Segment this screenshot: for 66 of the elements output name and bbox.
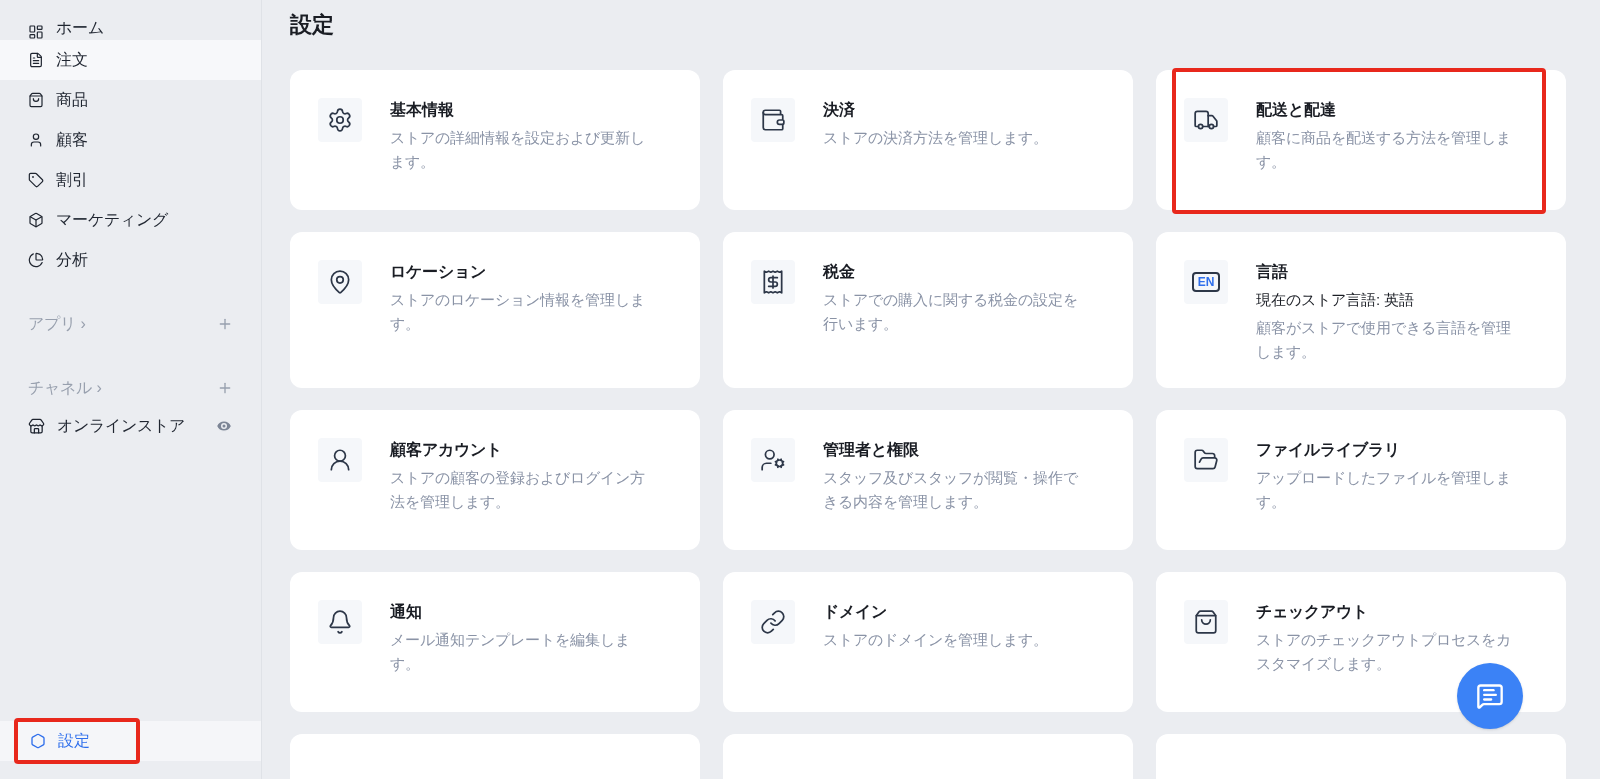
card-description: ストアの詳細情報を設定および更新します。 — [390, 128, 646, 172]
page-title: 設定 — [290, 11, 335, 39]
wallet-icon — [760, 107, 786, 133]
card-title: 基本情報 — [390, 100, 455, 120]
card-description: アップロードしたファイルを管理します。 — [1256, 468, 1512, 512]
card-description: 顧客に商品を配送する方法を管理します。 — [1256, 128, 1512, 172]
card-title: 管理者と権限 — [823, 440, 920, 460]
tag-icon — [28, 172, 44, 188]
sidebar-item[interactable]: 設定 — [14, 718, 140, 764]
document-icon — [28, 52, 44, 68]
card-description: ストアのチェックアウトプロセスをカスタマイズします。 — [1256, 630, 1512, 674]
store-icon — [28, 417, 45, 435]
sidebar-item[interactable]: 分析 — [0, 240, 261, 280]
bag-icon — [28, 92, 44, 108]
link-icon — [760, 609, 786, 635]
card-title: 配送と配達 — [1256, 100, 1337, 120]
add-icon[interactable] — [217, 316, 233, 332]
folder-icon — [1193, 447, 1219, 473]
card-title: 決済 — [823, 100, 856, 120]
card-title: ドメイン — [823, 602, 888, 622]
sidebar-item[interactable]: 顧客 — [0, 120, 261, 160]
settings-card[interactable]: 顧客アカウント ストアの顧客の登録およびログイン方法を管理します。 — [290, 410, 700, 550]
truck-icon — [1193, 107, 1219, 133]
settings-card[interactable]: EN 言語 現在のストア言語: 英語 顧客がストアで使用できる言語を管理します。 — [1156, 232, 1566, 388]
cube-icon — [28, 212, 44, 228]
settings-card[interactable]: チェックアウト ストアのチェックアウトプロセスをカスタマイズします。 — [1156, 572, 1566, 712]
card-description: ストアのロケーション情報を管理します。 — [390, 290, 646, 334]
sidebar-item[interactable]: 商品 — [0, 80, 261, 120]
card-description: ストアでの購入に関する税金の設定を行います。 — [823, 290, 1079, 334]
card-description: 顧客がストアで使用できる言語を管理します。 — [1256, 318, 1512, 362]
settings-card[interactable]: 基本情報 ストアの詳細情報を設定および更新します。 — [290, 70, 700, 210]
settings-card[interactable]: 通知 メール通知テンプレートを編集します。 — [290, 572, 700, 712]
bag-icon — [1193, 609, 1219, 635]
settings-card[interactable]: ロケーション ストアのロケーション情報を管理します。 — [290, 232, 700, 388]
settings-card[interactable]: ドメイン ストアのドメインを管理します。 — [723, 572, 1133, 712]
dashboard-icon — [28, 24, 44, 40]
card-title: ファイルライブラリ — [1256, 440, 1401, 460]
card-description: ストアの決済方法を管理します。 — [823, 128, 1048, 148]
card-title: 言語 — [1256, 262, 1289, 282]
sidebar-item[interactable]: 注文 — [0, 40, 261, 80]
person-icon — [28, 132, 44, 148]
card-title: ロケーション — [390, 262, 487, 282]
card-title: チェックアウト — [1256, 602, 1369, 622]
sidebar-item[interactable]: マーケティング — [0, 200, 261, 240]
settings-card[interactable]: 管理者と権限 スタッフ及びスタッフが閲覧・操作できる内容を管理します。 — [723, 410, 1133, 550]
sidebar-item[interactable]: オンラインストア — [28, 414, 185, 438]
settings-card[interactable]: 決済 ストアの決済方法を管理します。 — [723, 70, 1133, 210]
settings-card[interactable]: 税金 ストアでの購入に関する税金の設定を行います。 — [723, 232, 1133, 388]
card-title: 税金 — [823, 262, 856, 282]
card-title: 顧客アカウント — [390, 440, 503, 460]
card-description: スタッフ及びスタッフが閲覧・操作できる内容を管理します。 — [823, 468, 1079, 512]
card-status: 現在のストア言語: 英語 — [1256, 290, 1416, 310]
card-description: ストアの顧客の登録およびログイン方法を管理します。 — [390, 468, 646, 512]
card-title: 通知 — [390, 602, 423, 622]
language-icon: EN — [1191, 272, 1221, 292]
card-description: ストアのドメインを管理します。 — [823, 630, 1048, 650]
bell-icon — [327, 609, 353, 635]
sidebar-item[interactable]: ホーム — [0, 0, 261, 40]
user-gear-icon — [760, 447, 786, 473]
pie-chart-icon — [28, 252, 44, 268]
receipt-icon — [760, 269, 786, 295]
sidebar-item[interactable]: 割引 — [0, 160, 261, 200]
settings-card[interactable]: ファイルライブラリ アップロードしたファイルを管理します。 — [1156, 410, 1566, 550]
chat-icon — [1476, 682, 1504, 710]
add-icon[interactable] — [217, 380, 233, 396]
card-description: メール通知テンプレートを編集します。 — [390, 630, 631, 674]
